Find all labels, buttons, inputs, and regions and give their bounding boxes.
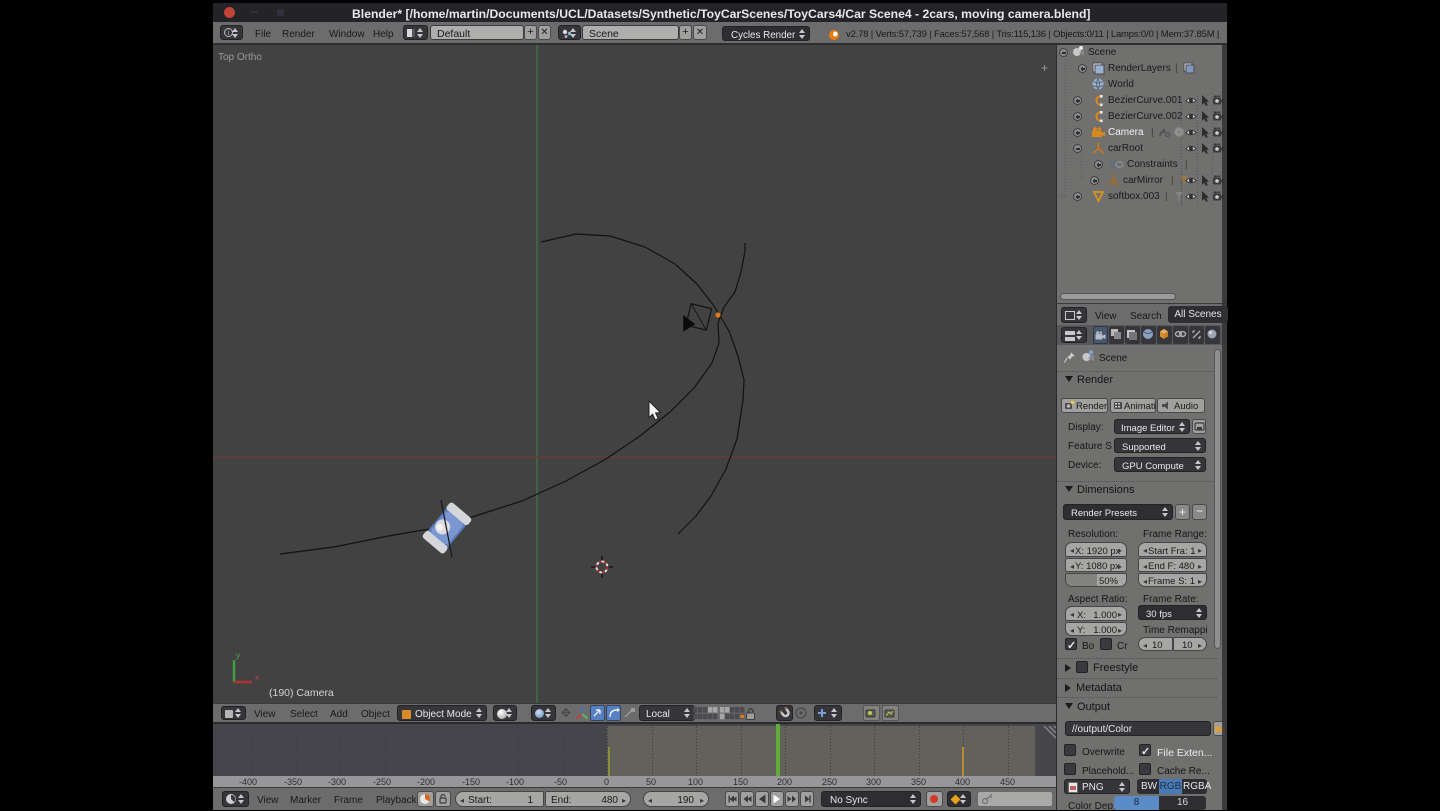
svg-text:x: x [255, 673, 259, 682]
svg-text:y: y [236, 651, 240, 660]
